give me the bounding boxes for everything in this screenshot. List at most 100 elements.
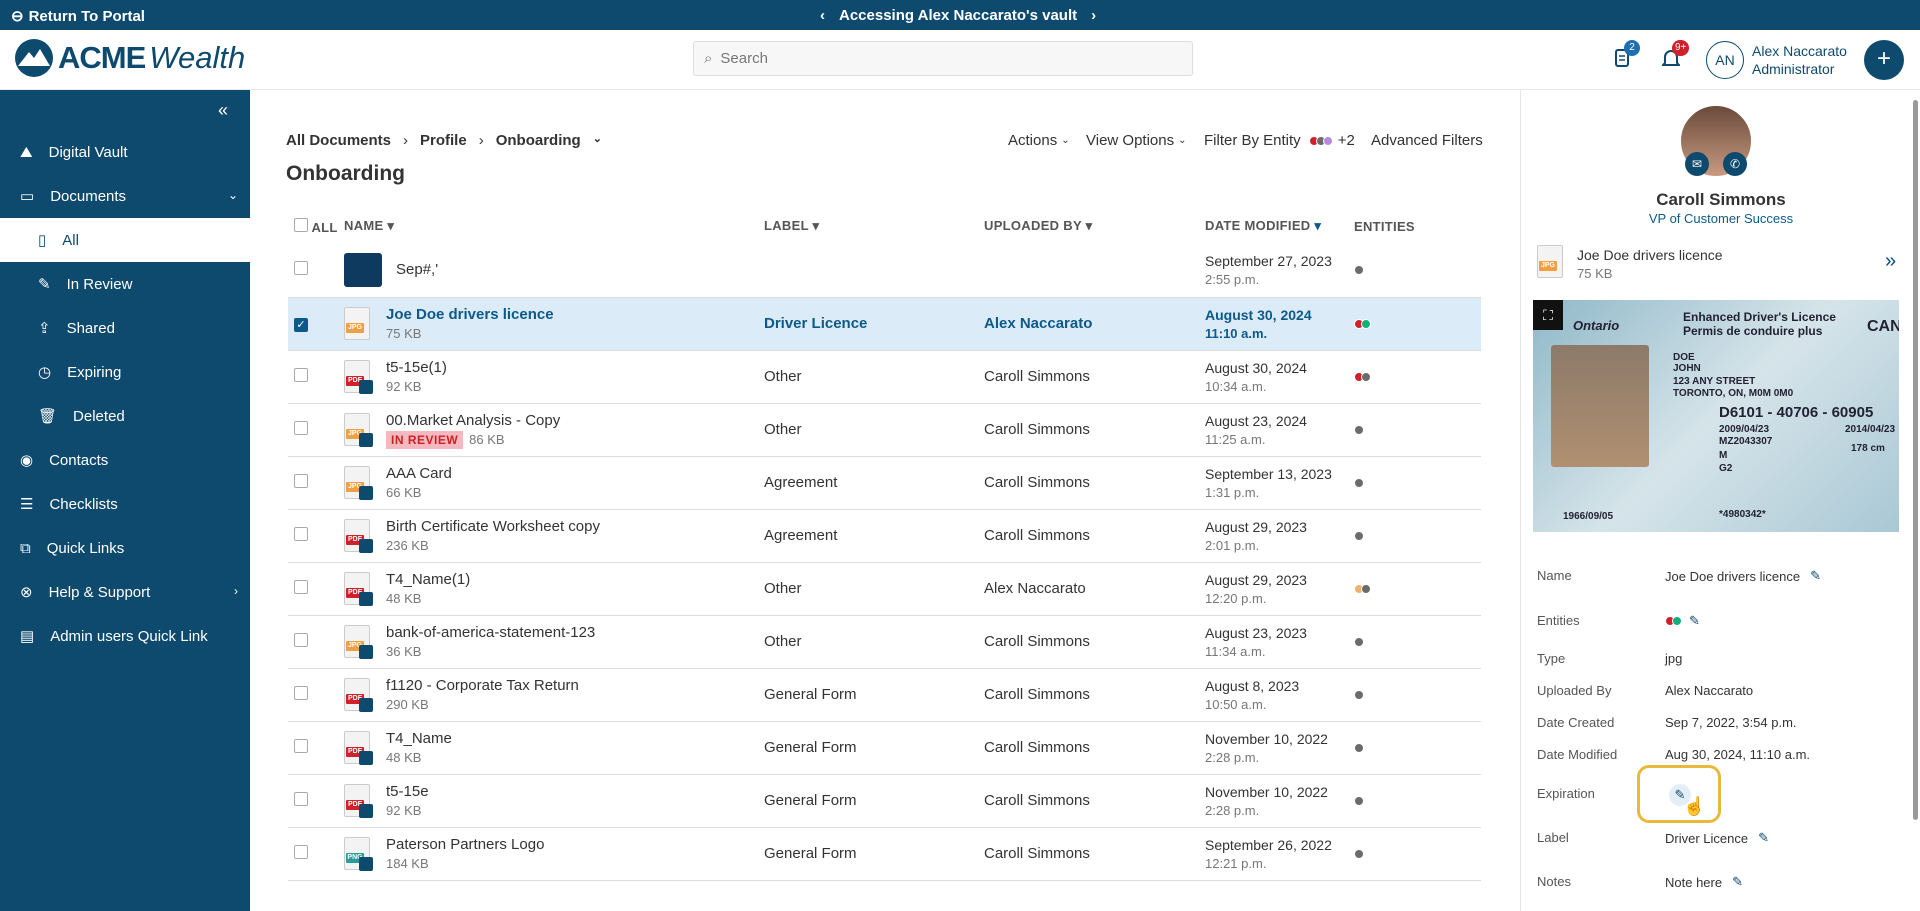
file-name[interactable]: f1120 - Corporate Tax Return (386, 676, 579, 696)
documents-badge: 2 (1624, 40, 1640, 56)
file-name[interactable]: Sep#,' (396, 260, 438, 280)
field-notes-label: Notes (1537, 874, 1571, 889)
file-name[interactable]: T4_Name (386, 729, 452, 749)
sidebar-item-help-support[interactable]: ⊗ Help & Support › (0, 570, 250, 614)
contact-role[interactable]: VP of Customer Success (1521, 211, 1920, 226)
column-date-modified[interactable]: DATE MODIFIED (1205, 218, 1311, 233)
sidebar-item-all[interactable]: ▯ All (0, 218, 250, 262)
row-checkbox[interactable] (294, 685, 308, 700)
crumb-profile[interactable]: Profile (420, 132, 467, 149)
chevron-left-icon[interactable]: ‹ (820, 7, 825, 24)
png-file-icon: PNG (344, 836, 373, 871)
file-name[interactable]: bank-of-america-statement-123 (386, 623, 595, 643)
sidebar: « ⛰ Digital Vault ▭ Documents ⌄ ▯ All ✎ In Re… (0, 90, 250, 911)
chevron-right-icon[interactable]: › (1091, 7, 1096, 24)
sidebar-item-quick-links[interactable]: ⧉ Quick Links (0, 526, 250, 570)
row-checkbox[interactable] (294, 579, 308, 594)
user-menu[interactable]: AN Alex Naccarato Administrator (1706, 41, 1847, 79)
table-row[interactable]: Sep#,' September 27, 2023 2:55 p.m. (288, 244, 1481, 298)
pdf-file-icon: PDF (344, 571, 373, 606)
sidebar-item-deleted[interactable]: 🗑 Deleted (0, 394, 250, 438)
phone-icon[interactable]: ✆ (1723, 152, 1747, 176)
collapse-sidebar-icon[interactable]: « (218, 100, 228, 121)
row-checkbox[interactable] (294, 738, 308, 753)
view-options-menu[interactable]: View Options ⌄ (1086, 132, 1187, 149)
select-all-checkbox[interactable] (294, 217, 308, 232)
date-modified: November 10, 2022 (1205, 783, 1328, 800)
row-checkbox[interactable]: ✓ (294, 318, 308, 332)
file-size-line: IN REVIEW 86 KB (386, 430, 560, 449)
file-name[interactable]: t5-15e(1) (386, 358, 447, 378)
table-row[interactable]: PDF T4_Name(1) 48 KB Other Alex Naccarato Aug… (288, 562, 1481, 616)
sidebar-item-contacts[interactable]: ◉ Contacts (0, 438, 250, 482)
documents-notification-icon[interactable]: 2 (1614, 40, 1640, 70)
share-icon: ⇪ (38, 320, 51, 337)
add-button[interactable]: + (1864, 40, 1904, 80)
column-name[interactable]: NAME (344, 218, 383, 233)
table-row[interactable]: ✓ JPG Joe Doe drivers licence 75 KB Driver L… (288, 297, 1481, 351)
file-name[interactable]: 00.Market Analysis - Copy (386, 411, 560, 431)
document-preview-image[interactable]: ⛶ Ontario Enhanced Driver's Licence Perm… (1533, 300, 1899, 532)
table-row[interactable]: JPG AAA Card 66 KB Agreement Caroll Simmons S… (288, 456, 1481, 510)
fullscreen-icon[interactable]: ⛶ (1533, 300, 1563, 330)
column-uploaded-by[interactable]: UPLOADED BY (984, 218, 1082, 233)
row-checkbox[interactable] (294, 367, 308, 382)
search-input[interactable]: ⌕ Search (693, 41, 1193, 76)
advanced-filters-button[interactable]: Advanced Filters (1371, 132, 1483, 149)
edit-entities-icon[interactable]: ✎ (1689, 613, 1700, 629)
time-modified: 12:21 p.m. (1205, 855, 1267, 871)
sort-caret-icon[interactable]: ▾ (1314, 218, 1321, 233)
file-name[interactable]: Paterson Partners Logo (386, 835, 544, 855)
table-row[interactable]: PDF Birth Certificate Worksheet copy 236 K… (288, 509, 1481, 563)
sort-caret-icon[interactable]: ▾ (1086, 218, 1093, 233)
entity-dots (1354, 583, 1481, 594)
file-name[interactable]: Joe Doe drivers licence (386, 305, 554, 325)
crumb-onboarding[interactable]: Onboarding (496, 132, 581, 149)
table-row[interactable]: JPG bank-of-america-statement-123 36 KB Oth… (288, 615, 1481, 669)
email-icon[interactable]: ✉ (1685, 152, 1709, 176)
edit-label-icon[interactable]: ✎ (1758, 830, 1769, 846)
row-checkbox[interactable] (294, 473, 308, 488)
table-row[interactable]: PDF T4_Name 48 KB General Form Caroll Simmon… (288, 721, 1481, 775)
table-row[interactable]: PNG Paterson Partners Logo 184 KB General F… (288, 827, 1481, 881)
crumb-all-documents[interactable]: All Documents (286, 132, 391, 149)
sidebar-item-digital-vault[interactable]: ⛰ Digital Vault (0, 130, 250, 174)
entity-dots (1354, 265, 1481, 276)
file-name[interactable]: Birth Certificate Worksheet copy (386, 517, 600, 537)
return-to-portal-link[interactable]: ⊖ Return To Portal (11, 7, 145, 26)
file-name[interactable]: AAA Card (386, 464, 452, 484)
file-label: Other (764, 579, 802, 597)
edit-notes-icon[interactable]: ✎ (1732, 874, 1743, 890)
file-label: Driver Licence (764, 314, 868, 332)
file-name[interactable]: t5-15e (386, 782, 429, 802)
table-row[interactable]: PDF t5-15e(1) 92 KB Other Caroll Simmons Augu… (288, 350, 1481, 404)
expand-panel-icon[interactable]: » (1885, 250, 1896, 273)
row-checkbox[interactable] (294, 844, 308, 859)
row-checkbox[interactable] (294, 791, 308, 806)
acme-logo[interactable]: ACME Wealth (14, 38, 245, 78)
edit-name-icon[interactable]: ✎ (1810, 568, 1821, 584)
row-checkbox[interactable] (294, 526, 308, 541)
sidebar-item-in-review[interactable]: ✎ In Review (0, 262, 250, 306)
table-row[interactable]: PDF f1120 - Corporate Tax Return 290 KB Gen… (288, 668, 1481, 722)
sidebar-item-expiring[interactable]: ◷ Expiring (0, 350, 250, 394)
row-checkbox[interactable] (294, 261, 308, 276)
sidebar-item-documents[interactable]: ▭ Documents ⌄ (0, 174, 250, 218)
row-checkbox[interactable] (294, 632, 308, 647)
uploaded-by: Caroll Simmons (984, 685, 1090, 703)
chevron-down-icon[interactable]: ⌄ (593, 132, 602, 149)
table-row[interactable]: PDF t5-15e 92 KB General Form Caroll Simmons… (288, 774, 1481, 828)
file-name[interactable]: T4_Name(1) (386, 570, 470, 590)
sort-caret-icon[interactable]: ▾ (387, 218, 394, 233)
sidebar-item-admin-quick-link[interactable]: ▤ Admin users Quick Link (0, 614, 250, 658)
column-label[interactable]: LABEL (764, 218, 809, 233)
bell-icon[interactable]: 9+ (1660, 40, 1690, 70)
sidebar-item-checklists[interactable]: ☰ Checklists (0, 482, 250, 526)
actions-menu[interactable]: Actions ⌄ (1008, 132, 1070, 149)
filter-by-entity[interactable]: Filter By Entity +2 (1204, 132, 1355, 149)
panel-scrollbar[interactable] (1913, 100, 1918, 820)
sidebar-item-shared[interactable]: ⇪ Shared (0, 306, 250, 350)
row-checkbox[interactable] (294, 420, 308, 435)
sort-caret-icon[interactable]: ▾ (813, 218, 820, 233)
table-row[interactable]: JPG 00.Market Analysis - Copy IN REVIEW 86 … (288, 403, 1481, 457)
